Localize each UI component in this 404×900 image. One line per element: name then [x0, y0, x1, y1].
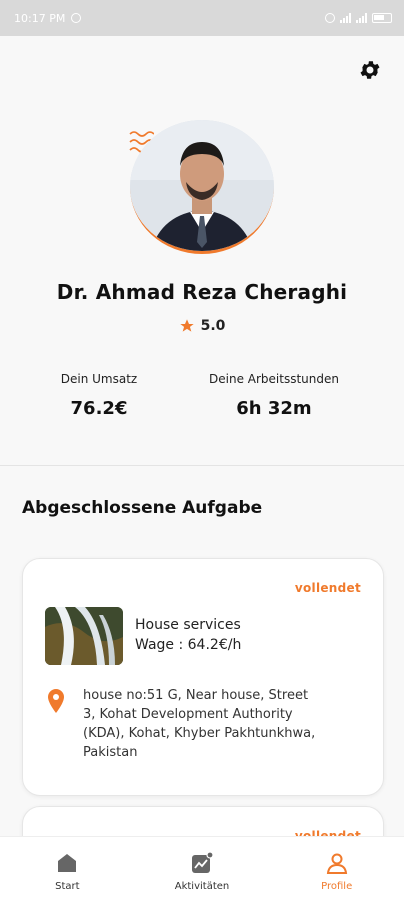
location-pin-icon: [48, 689, 64, 713]
task-thumbnail: [45, 607, 123, 665]
nav-label: Aktivitäten: [174, 881, 230, 892]
rating: 5.0: [0, 318, 404, 334]
battery-icon: [372, 13, 392, 23]
wifi-icon: [325, 13, 335, 23]
revenue-value: 76.2€: [70, 398, 128, 419]
nav-item-activities[interactable]: Aktivitäten: [135, 837, 270, 900]
rating-value: 5.0: [200, 318, 226, 334]
nav-item-start[interactable]: Start: [0, 837, 135, 900]
nav-label: Start: [55, 881, 80, 892]
status-time: 10:17 PM: [14, 11, 66, 25]
avatar-container: [128, 118, 276, 256]
task-title: House services: [135, 617, 241, 633]
revenue-stat: Dein Umsatz 76.2€: [44, 372, 154, 419]
status-bar: 10:17 PM: [0, 0, 404, 36]
avatar-photo: [130, 120, 274, 251]
star-icon: [179, 319, 194, 332]
bottom-nav: Start Aktivitäten Profile: [0, 836, 404, 900]
task-address: house no:51 G, Near house, Street 3, Koh…: [83, 688, 316, 760]
gear-icon[interactable]: [358, 58, 382, 82]
home-icon: [58, 854, 77, 872]
signal-icon: [340, 13, 351, 23]
activity-icon: [192, 851, 214, 873]
task-wage: Wage : 64.2€/h: [135, 637, 242, 653]
sync-icon: [71, 13, 82, 23]
profile-name: Dr. Ahmad Reza Cheraghi: [56, 280, 348, 304]
divider: [0, 465, 404, 466]
hours-label: Deine Arbeitsstunden: [209, 372, 339, 386]
nav-item-profile[interactable]: Profile: [269, 837, 404, 900]
section-title: Abgeschlossene Aufgabe: [22, 498, 263, 518]
avatar[interactable]: [130, 120, 274, 254]
nav-label: Profile: [321, 881, 353, 892]
signal-2-icon: [356, 13, 367, 23]
task-status: vollendet: [294, 581, 361, 595]
task-card[interactable]: vollendet House services Wage : 64.2€/h …: [22, 558, 384, 796]
waterfall-image: [45, 607, 123, 665]
profile-icon: [326, 853, 347, 874]
hours-stat: Deine Arbeitsstunden 6h 32m: [194, 372, 354, 419]
hours-value: 6h 32m: [236, 398, 312, 419]
revenue-label: Dein Umsatz: [60, 372, 138, 386]
